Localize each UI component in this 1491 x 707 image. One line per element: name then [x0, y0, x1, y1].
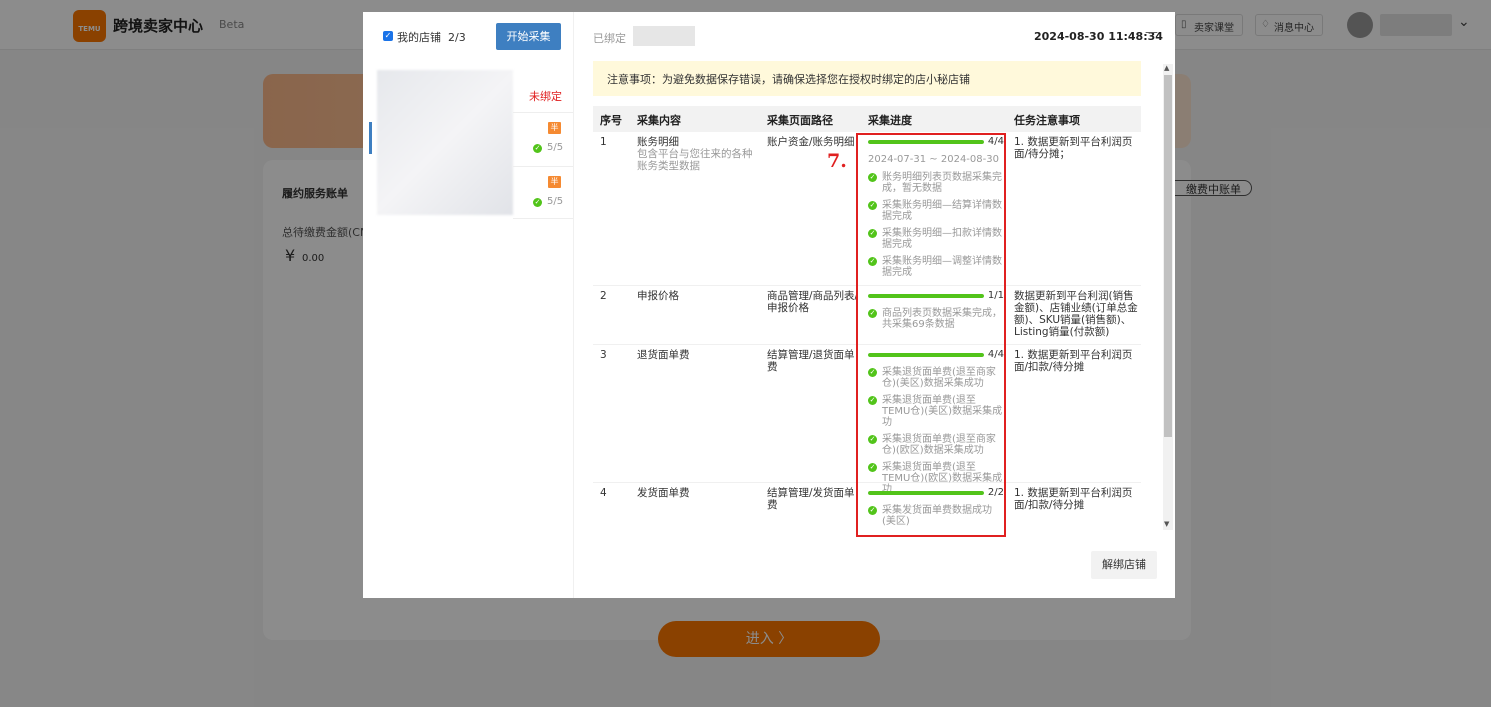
row-note: 数据更新到平台利润(销售金额)、店铺业绩(订单总金额)、SKU销量(销售额)、L… [1014, 290, 1138, 338]
row-path: 结算管理/发货面单费 [767, 487, 855, 511]
my-store-checkbox[interactable]: ✓ [383, 31, 393, 41]
row-content: 申报价格 [637, 290, 759, 302]
scroll-down-icon[interactable]: ▼ [1164, 520, 1169, 528]
content-title: 账务明细 [637, 136, 679, 148]
row-no: 2 [600, 290, 607, 302]
store-progress-count: 5/5 [547, 142, 564, 153]
step-annotation: 7. [827, 150, 847, 172]
row-no: 3 [600, 349, 607, 361]
my-store-label: 我的店铺 2/3 [397, 31, 466, 44]
store-avatar-masked [377, 70, 513, 215]
store-progress-count: 5/5 [547, 196, 564, 207]
minimize-icon[interactable]: — [1145, 25, 1158, 40]
row-content: 退货面单费 [637, 349, 759, 361]
divider [513, 166, 573, 167]
store-count: 2/3 [448, 31, 466, 44]
table-header: 序号 采集内容 采集页面路径 采集进度 任务注意事项 [593, 106, 1141, 132]
unbound-label: 未绑定 [529, 90, 562, 103]
check-circle-icon: ✓ [533, 144, 542, 153]
header-content: 采集内容 [637, 114, 681, 127]
store-badge: 半 [548, 176, 561, 188]
scrollbar-thumb[interactable] [1164, 75, 1172, 437]
row-content: 发货面单费 [637, 487, 759, 499]
row-path: 商品管理/商品列表/申报价格 [767, 290, 859, 314]
store-badge: 半 [548, 122, 561, 134]
divider [513, 218, 573, 219]
header-no: 序号 [600, 114, 622, 127]
store-sidebar: ✓ 我的店铺 2/3 开始采集 未绑定 半 ✓ 5/5 半 ✓ 5/5 [363, 12, 574, 598]
start-collect-button[interactable]: 开始采集 [496, 23, 561, 50]
content-title: 申报价格 [637, 290, 679, 302]
header-progress: 采集进度 [868, 114, 912, 127]
progress-highlight-box [856, 133, 1006, 537]
row-note: 1. 数据更新到平台利润页面/扣款/待分摊 [1014, 487, 1133, 511]
header-path: 采集页面路径 [767, 114, 833, 127]
row-path: 账户资金/账务明细 [767, 136, 855, 148]
header-notes: 任务注意事项 [1014, 114, 1080, 127]
bound-store-masked [633, 26, 695, 46]
row-note: 1. 数据更新到平台利润页面/扣款/待分摊 [1014, 349, 1133, 373]
scroll-up-icon[interactable]: ▲ [1164, 64, 1169, 72]
active-store-indicator [369, 122, 372, 154]
row-no: 1 [600, 136, 607, 148]
content-sub: 包含平台与您往来的各种账务类型数据 [637, 148, 753, 172]
bound-label: 已绑定 [593, 32, 626, 45]
unbind-store-button[interactable]: 解绑店铺 [1091, 551, 1157, 579]
notice-banner: 注意事项：为避免数据保存错误，请确保选择您在授权时绑定的店小秘店铺 [593, 61, 1141, 96]
row-content: 账务明细 包含平台与您往来的各种账务类型数据 [637, 136, 759, 172]
check-circle-icon: ✓ [533, 198, 542, 207]
row-note: 1. 数据更新到平台利润页面/待分摊； [1014, 136, 1133, 160]
content-title: 发货面单费 [637, 487, 690, 499]
collection-modal: ✓ 我的店铺 2/3 开始采集 未绑定 半 ✓ 5/5 半 ✓ 5/5 已绑定 … [363, 12, 1175, 598]
row-no: 4 [600, 487, 607, 499]
row-path: 结算管理/退货面单费 [767, 349, 855, 373]
divider [513, 112, 573, 113]
timestamp: 2024-08-30 11:48:34 [1034, 30, 1163, 43]
content-title: 退货面单费 [637, 349, 690, 361]
